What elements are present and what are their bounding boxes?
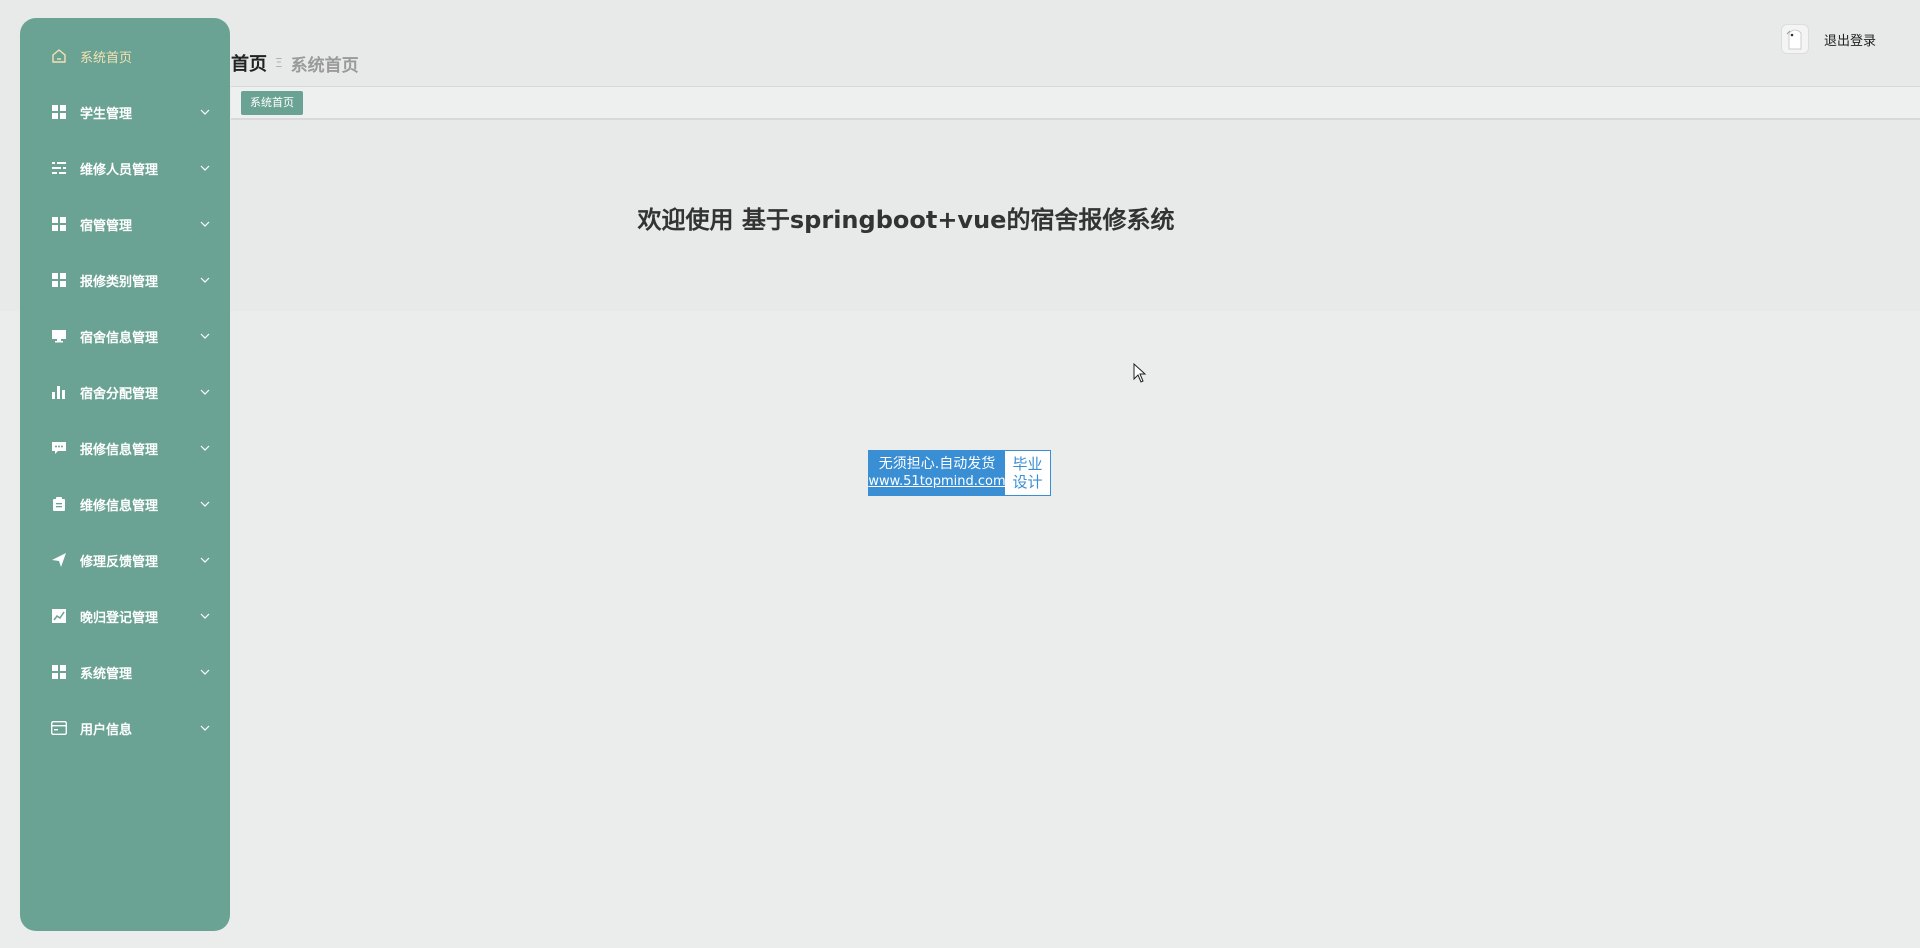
watermark-badge[interactable]: 无须担心.自动发货 www.51topmind.com 毕业 设计 — [868, 450, 1051, 496]
chevron-down-icon — [200, 219, 210, 229]
chevron-down-icon — [200, 163, 210, 173]
monitor-icon — [50, 327, 68, 345]
chevron-down-icon — [200, 499, 210, 509]
badge-line1: 无须担心.自动发货 — [878, 456, 996, 472]
sidebar-item-dorm-managers[interactable]: 宿管管理 — [20, 196, 230, 252]
logout-button[interactable]: 退出登录 — [1824, 30, 1876, 49]
sidebar-item-label: 宿管管理 — [80, 218, 133, 234]
grid-icon — [50, 103, 68, 121]
sidebar-item-system[interactable]: 系统管理 — [20, 644, 230, 700]
sidebar: 系统首页 学生管理 维修人员管理 宿管管理 报修类别管理 宿舍信息管理 宿舍分配… — [20, 18, 230, 931]
mouse-cursor-icon — [1133, 362, 1147, 387]
badge-right-line2: 设计 — [1012, 473, 1043, 491]
sidebar-item-label: 晚归登记管理 — [80, 610, 159, 626]
breadcrumb-separator: Ξ — [275, 56, 283, 70]
send-icon — [50, 551, 68, 569]
badge-link[interactable]: www.51topmind.com — [868, 473, 1005, 491]
sidebar-item-repair-feedback[interactable]: 修理反馈管理 — [20, 532, 230, 588]
sidebar-item-dorm-info[interactable]: 宿舍信息管理 — [20, 308, 230, 364]
tags-view: 系统首页 — [231, 87, 1920, 120]
chevron-down-icon — [200, 275, 210, 285]
sidebar-item-label: 维修人员管理 — [80, 162, 159, 178]
chevron-down-icon — [200, 555, 210, 565]
sidebar-item-label: 系统首页 — [80, 50, 133, 66]
bar-chart-icon — [50, 383, 68, 401]
sidebar-item-repair-staff[interactable]: 维修人员管理 — [20, 140, 230, 196]
sidebar-item-label: 学生管理 — [80, 106, 133, 122]
sidebar-item-label: 报修类别管理 — [80, 274, 159, 290]
sidebar-item-label: 维修信息管理 — [80, 498, 159, 514]
user-area: 退出登录 — [1780, 24, 1876, 54]
chevron-down-icon — [200, 387, 210, 397]
tag-home[interactable]: 系统首页 — [241, 91, 303, 115]
grid-icon — [50, 271, 68, 289]
welcome-title: 欢迎使用 基于springboot+vue的宿舍报修系统 — [637, 206, 1175, 234]
sidebar-item-label: 报修信息管理 — [80, 442, 159, 458]
home-icon — [50, 47, 68, 65]
chevron-down-icon — [200, 611, 210, 621]
chevron-down-icon — [200, 723, 210, 733]
sidebar-item-home[interactable]: 系统首页 — [20, 28, 230, 84]
chat-icon — [50, 439, 68, 457]
chevron-down-icon — [200, 443, 210, 453]
chevron-down-icon — [200, 107, 210, 117]
sidebar-item-repair-categories[interactable]: 报修类别管理 — [20, 252, 230, 308]
chevron-down-icon — [200, 667, 210, 677]
sidebar-item-maintenance-info[interactable]: 维修信息管理 — [20, 476, 230, 532]
breadcrumb-home[interactable]: 首页 — [231, 50, 267, 76]
badge-left: 无须担心.自动发货 www.51topmind.com — [868, 451, 1006, 495]
breadcrumb: 首页 Ξ 系统首页 — [231, 50, 359, 76]
sidebar-item-label: 修理反馈管理 — [80, 554, 159, 570]
sidebar-item-label: 宿舍信息管理 — [80, 330, 159, 346]
sidebar-item-students[interactable]: 学生管理 — [20, 84, 230, 140]
sidebar-item-label: 系统管理 — [80, 666, 133, 682]
grid-icon — [50, 215, 68, 233]
top-band — [0, 0, 1920, 311]
badge-right-line1: 毕业 — [1012, 455, 1043, 473]
sidebar-item-repair-info[interactable]: 报修信息管理 — [20, 420, 230, 476]
chevron-down-icon — [200, 331, 210, 341]
sidebar-item-user-info[interactable]: 用户信息 — [20, 700, 230, 756]
sidebar-item-label: 宿舍分配管理 — [80, 386, 159, 402]
breadcrumb-current: 系统首页 — [290, 55, 359, 76]
badge-right: 毕业 设计 — [1005, 451, 1050, 495]
sidebar-item-label: 用户信息 — [80, 722, 133, 738]
clipboard-icon — [50, 495, 68, 513]
list-icon — [50, 159, 68, 177]
page: 系统首页 学生管理 维修人员管理 宿管管理 报修类别管理 宿舍信息管理 宿舍分配… — [0, 0, 1920, 948]
card-icon — [50, 719, 68, 737]
grid-icon — [50, 663, 68, 681]
line-chart-icon — [50, 607, 68, 625]
sidebar-item-late-return[interactable]: 晚归登记管理 — [20, 588, 230, 644]
avatar[interactable] — [1780, 24, 1809, 54]
sidebar-item-dorm-allocation[interactable]: 宿舍分配管理 — [20, 364, 230, 420]
